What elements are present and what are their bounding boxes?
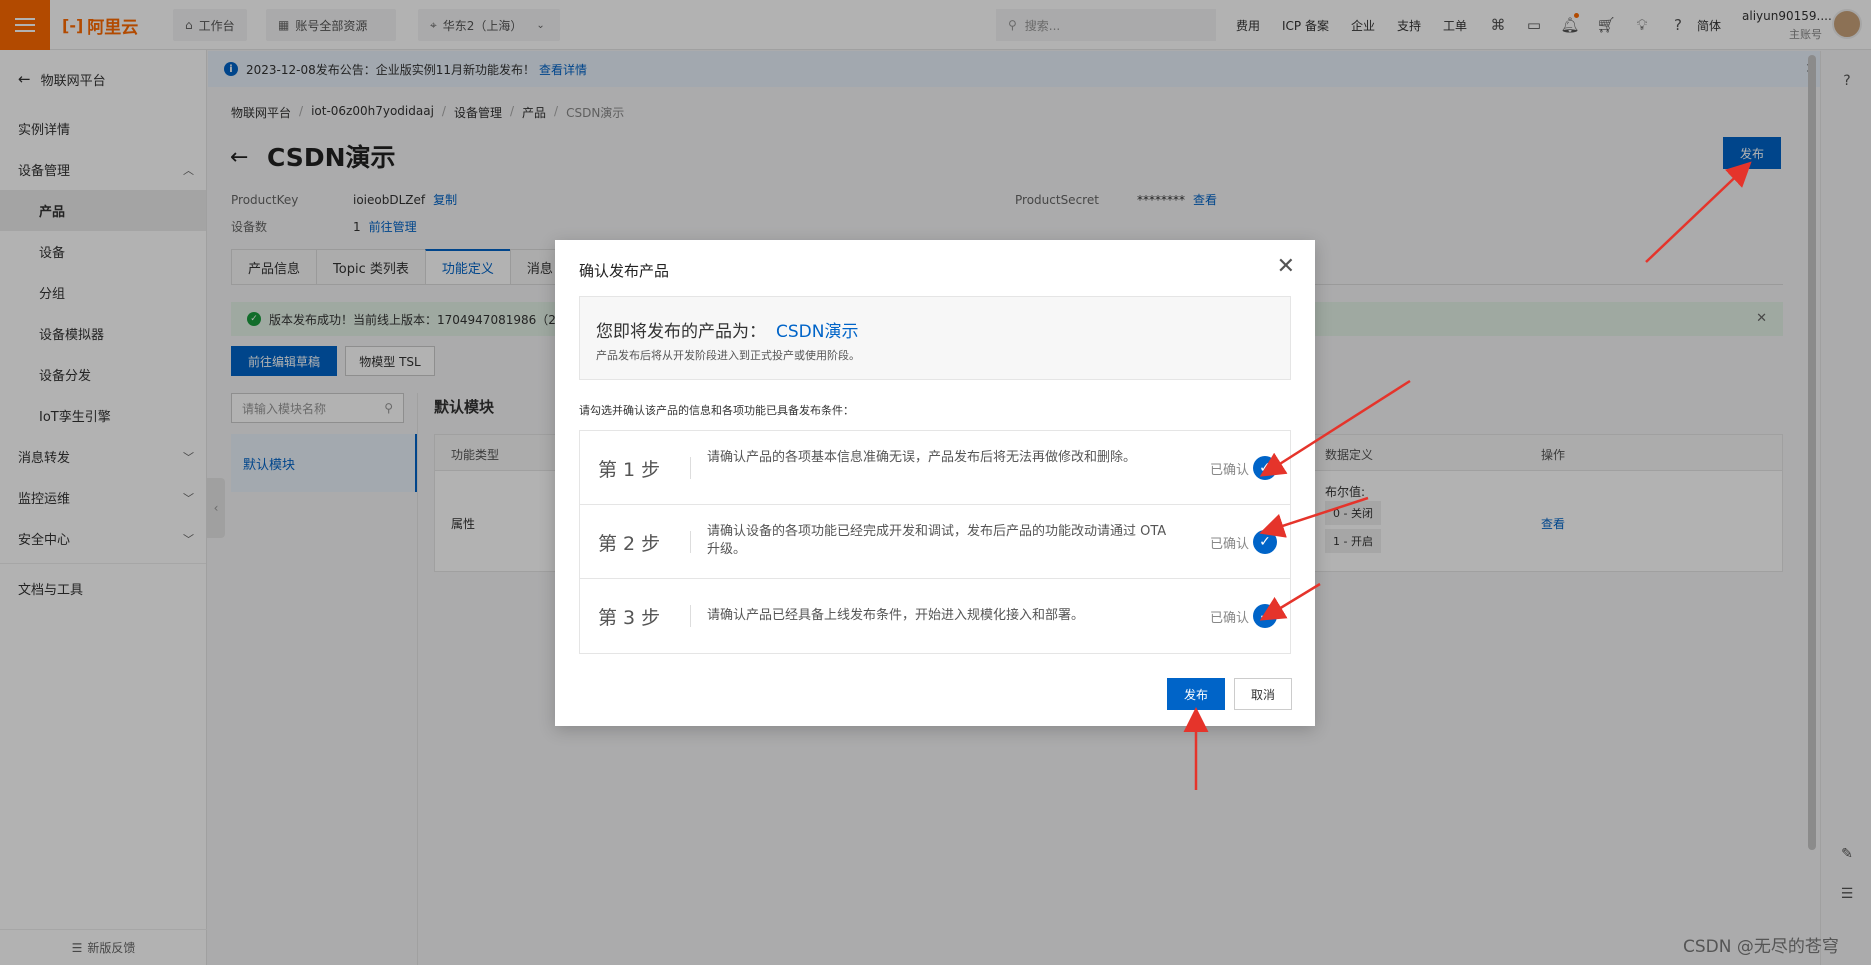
intro-product-name: CSDN演示 — [776, 322, 859, 342]
step-divider — [690, 531, 691, 553]
watermark-text: CSDN @无尽的苍穹 — [1683, 937, 1839, 957]
checkbox-checked-icon[interactable]: ✓ — [1253, 456, 1277, 480]
checkbox-checked-icon[interactable]: ✓ — [1253, 530, 1277, 554]
step-status: 已确认 — [1210, 463, 1250, 478]
step-description: 请确认产品的各项基本信息准确无误，产品发布后将无法再做修改和删除。 — [707, 450, 1137, 465]
step-divider — [690, 605, 691, 627]
step-description: 请确认产品已经具备上线发布条件，开始进入规模化接入和部署。 — [707, 608, 1085, 623]
intro-subtext: 产品发布后将从开发阶段进入到正式投产或使用阶段。 — [596, 349, 860, 362]
step-number: 第 1 步 — [598, 459, 661, 481]
step-divider — [690, 457, 691, 479]
step-row: 第 1 步 请确认产品的各项基本信息准确无误，产品发布后将无法再做修改和删除。 … — [580, 431, 1290, 505]
step-description: 请确认设备的各项功能已经完成开发和调试，发布后产品的功能改动请通过 OTA 升级… — [707, 524, 1167, 557]
step-status: 已确认 — [1210, 611, 1250, 626]
dialog-cancel-button[interactable]: 取消 — [1234, 678, 1292, 710]
product-intro-box: 您即将发布的产品为： CSDN演示 产品发布后将从开发阶段进入到正式投产或使用阶段… — [579, 296, 1291, 380]
dialog-publish-button[interactable]: 发布 — [1167, 678, 1225, 710]
confirm-hint: 请勾选并确认该产品的信息和各项功能已具备发布条件： — [579, 404, 854, 417]
step-number: 第 3 步 — [598, 607, 661, 629]
checkbox-checked-icon[interactable]: ✓ — [1253, 604, 1277, 628]
step-status: 已确认 — [1210, 537, 1250, 552]
intro-prefix: 您即将发布的产品为： — [596, 322, 766, 342]
step-row: 第 2 步 请确认设备的各项功能已经完成开发和调试，发布后产品的功能改动请通过 … — [580, 505, 1290, 579]
publish-confirm-dialog: 确认发布产品 ✕ 您即将发布的产品为： CSDN演示 产品发布后将从开发阶段进入到… — [555, 240, 1315, 726]
intro-line: 您即将发布的产品为： CSDN演示 — [596, 317, 858, 342]
dialog-title: 确认发布产品 — [579, 262, 670, 280]
close-icon[interactable]: ✕ — [1277, 254, 1295, 279]
step-number: 第 2 步 — [598, 533, 661, 555]
steps-list: 第 1 步 请确认产品的各项基本信息准确无误，产品发布后将无法再做修改和删除。 … — [579, 430, 1291, 654]
step-row: 第 3 步 请确认产品已经具备上线发布条件，开始进入规模化接入和部署。 已确认 … — [580, 579, 1290, 653]
